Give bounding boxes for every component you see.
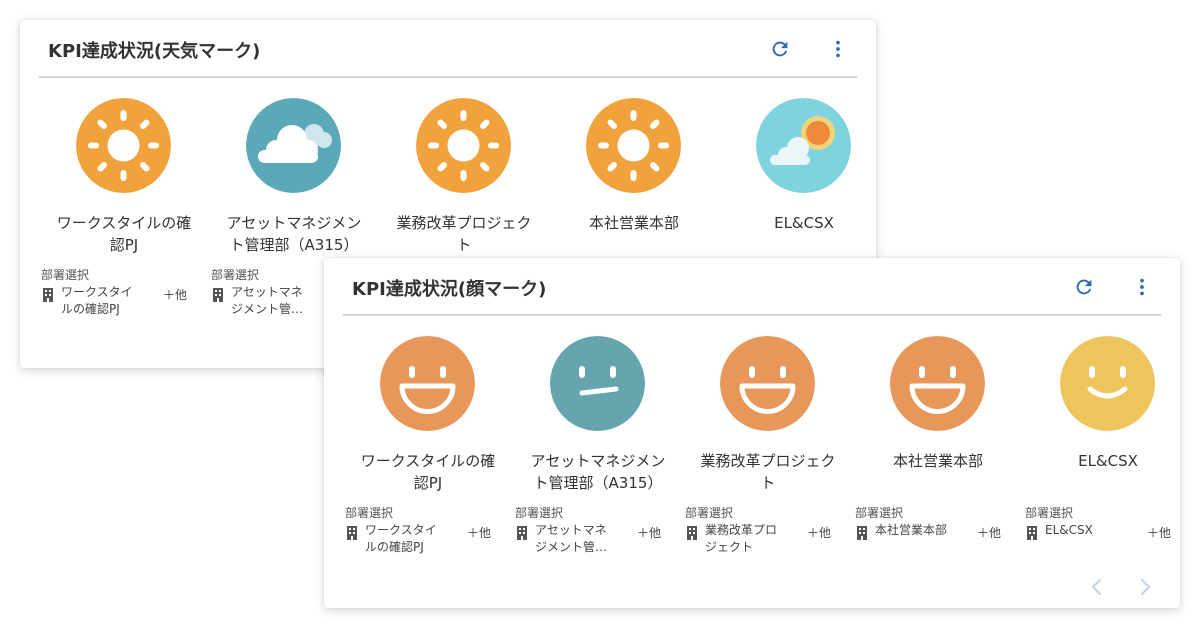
kpi-item-name: 本社営業本部 xyxy=(588,214,679,232)
kpi-item-name: アセットマネジメン ト管理部（A315） xyxy=(530,452,666,492)
dept-selection[interactable]: EL&CSX ＋他 xyxy=(1025,522,1173,558)
laughing-face-icon xyxy=(890,336,985,431)
dept-value: ワークスタイ ルの確認PJ xyxy=(61,285,133,316)
sun-icon xyxy=(76,98,171,193)
dept-select-label: 部署選択 xyxy=(515,506,564,520)
kpi-item-name: アセットマネジメン ト管理部（A315） xyxy=(226,214,362,254)
kpi-item[interactable]: ワークスタイルの確 認PJ 部署選択 ワークスタイ ルの確認PJ ＋他 xyxy=(39,92,209,352)
dept-value: 本社営業本部 xyxy=(875,523,948,537)
dept-more-link[interactable]: ＋他 xyxy=(1147,524,1171,541)
dept-selection[interactable]: ワークスタイ ルの確認PJ ＋他 xyxy=(345,522,510,558)
dept-value: EL&CSX xyxy=(1045,523,1093,537)
refresh-button[interactable] xyxy=(765,34,795,64)
kpi-item[interactable]: 業務改革プロジェクト 部署選択 業務改革プロ ジェクト ＋他 xyxy=(683,330,853,590)
kpi-item-name: EL&CSX xyxy=(1078,452,1138,470)
kpi-item-name: EL&CSX xyxy=(774,214,834,232)
dept-selection[interactable]: 業務改革プロ ジェクト ＋他 xyxy=(685,522,850,558)
kpi-item[interactable]: 本社営業本部 部署選択 本社営業本部 ＋他 xyxy=(853,330,1023,590)
dept-selection[interactable]: 本社営業本部 ＋他 xyxy=(855,522,1020,558)
kpi-item-name: ワークスタイルの確 認PJ xyxy=(360,452,496,492)
laughing-face-icon xyxy=(380,336,475,431)
more-vertical-icon xyxy=(1140,278,1144,296)
more-vertical-icon xyxy=(836,40,840,58)
dept-more-link[interactable]: ＋他 xyxy=(637,524,661,541)
chevron-right-icon xyxy=(1140,578,1151,596)
dept-value: 業務改革プロ ジェクト xyxy=(705,523,778,554)
kpi-item-list: ワークスタイルの確 認PJ 部署選択 ワークスタイ ルの確認PJ ＋他 アセットマネ… xyxy=(343,330,1173,590)
partly-sunny-icon xyxy=(756,98,851,193)
kpi-item[interactable]: ワークスタイルの確 認PJ 部署選択 ワークスタイ ルの確認PJ ＋他 xyxy=(343,330,513,590)
chevron-left-icon xyxy=(1091,578,1102,596)
carousel-nav xyxy=(1086,576,1156,598)
dept-more-link[interactable]: ＋他 xyxy=(163,286,187,303)
card-header: KPI達成状況(天気マーク) xyxy=(39,20,857,78)
neutral-face-icon xyxy=(550,336,645,431)
building-icon xyxy=(347,526,357,540)
building-icon xyxy=(213,288,223,302)
card-header: KPI達成状況(顔マーク) xyxy=(343,258,1161,316)
more-options-button[interactable] xyxy=(1127,272,1157,302)
dept-select-label: 部署選択 xyxy=(345,506,394,520)
building-icon xyxy=(517,526,527,540)
building-icon xyxy=(43,288,53,302)
building-icon xyxy=(687,526,697,540)
dept-value: アセットマネ ジメント管… xyxy=(535,523,608,554)
sun-icon xyxy=(416,98,511,193)
card-title: KPI達成状況(天気マーク) xyxy=(48,41,261,62)
dept-select-label: 部署選択 xyxy=(41,268,90,282)
dept-value: アセットマネ ジメント管… xyxy=(231,285,304,316)
refresh-button[interactable] xyxy=(1069,272,1099,302)
kpi-item-name: ワークスタイルの確 認PJ xyxy=(56,214,192,254)
cloudy-icon xyxy=(246,98,341,193)
dept-value: ワークスタイ ルの確認PJ xyxy=(365,523,437,554)
previous-button[interactable] xyxy=(1086,576,1108,598)
dept-more-link[interactable]: ＋他 xyxy=(467,524,491,541)
kpi-item-name: 本社営業本部 xyxy=(892,452,983,470)
card-title: KPI達成状況(顔マーク) xyxy=(352,279,547,300)
refresh-icon xyxy=(1076,279,1092,295)
building-icon xyxy=(1027,526,1037,540)
dept-selection[interactable]: アセットマネ ジメント管… ＋他 xyxy=(515,522,680,558)
dept-select-label: 部署選択 xyxy=(211,268,260,282)
dept-more-link[interactable]: ＋他 xyxy=(977,524,1001,541)
sun-icon xyxy=(586,98,681,193)
dept-more-link[interactable]: ＋他 xyxy=(807,524,831,541)
next-button[interactable] xyxy=(1134,576,1156,598)
kpi-item[interactable]: EL&CSX 部署選択 EL&CSX ＋他 xyxy=(1023,330,1173,590)
building-icon xyxy=(857,526,867,540)
refresh-icon xyxy=(772,41,788,57)
laughing-face-icon xyxy=(720,336,815,431)
more-options-button[interactable] xyxy=(823,34,853,64)
kpi-face-card: KPI達成状況(顔マーク) ワークスタイルの確 認PJ 部署選択 ワークスタイ ルの… xyxy=(324,258,1180,608)
dept-select-label: 部署選択 xyxy=(685,506,734,520)
dept-selection[interactable]: ワークスタイ ルの確認PJ ＋他 xyxy=(41,284,206,320)
kpi-item-name: 業務改革プロジェクト xyxy=(700,452,836,492)
kpi-item-name: 業務改革プロジェクト xyxy=(396,214,532,254)
dept-select-label: 部署選択 xyxy=(1025,506,1074,520)
kpi-item[interactable]: アセットマネジメン ト管理部（A315） 部署選択 アセットマネ ジメント管… ＋他 xyxy=(513,330,683,590)
smiling-face-icon xyxy=(1060,336,1155,431)
dept-select-label: 部署選択 xyxy=(855,506,904,520)
